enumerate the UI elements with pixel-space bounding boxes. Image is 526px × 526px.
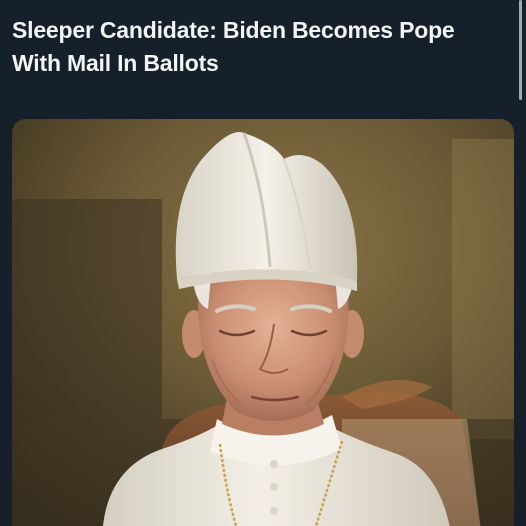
post-screen: Sleeper Candidate: Biden Becomes Pope Wi… xyxy=(0,0,526,526)
wall-panel xyxy=(452,139,514,439)
cassock-button xyxy=(270,507,278,515)
cassock-button xyxy=(270,460,278,468)
post-image[interactable] xyxy=(12,119,514,526)
wall-shadow xyxy=(12,199,162,419)
post-headline: Sleeper Candidate: Biden Becomes Pope Wi… xyxy=(12,17,455,76)
pope-illustration xyxy=(12,119,514,526)
cassock-button xyxy=(270,483,278,491)
scrollbar-thumb[interactable] xyxy=(519,0,522,100)
